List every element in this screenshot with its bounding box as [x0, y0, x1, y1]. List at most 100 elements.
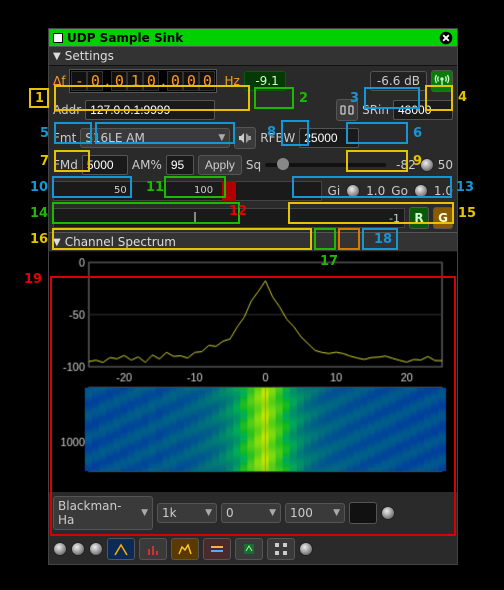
antenna-icon[interactable]: [431, 70, 453, 92]
sq-value: -82: [390, 158, 416, 172]
sq-right-value: 50: [438, 158, 453, 172]
grid-toggle-icon[interactable]: [267, 538, 295, 560]
fmd-input[interactable]: [82, 155, 128, 175]
row-freq: Δf - 0 . 0 1 0 . 0 0 0 Hz -9.1 -6.6 dB: [49, 66, 457, 96]
freq-digit[interactable]: 0: [111, 71, 127, 91]
chevron-down-icon: ▼: [333, 508, 340, 518]
position-ruler[interactable]: 50 100: [53, 181, 322, 201]
freq-digit[interactable]: 0: [87, 71, 103, 91]
row-fmt: Fmt S16LE AM ▼ RFBW: [49, 124, 457, 152]
annot-14: 14: [28, 206, 50, 221]
chevron-down-icon: ▼: [205, 508, 212, 518]
freq-digit[interactable]: 0: [143, 71, 159, 91]
input-level-readout: -9.1: [244, 71, 286, 91]
annot-16: 16: [28, 232, 50, 247]
level-value: -1: [389, 212, 400, 225]
display-mode-spectrum-icon[interactable]: [107, 538, 135, 560]
annot-1: 1: [33, 91, 46, 106]
delta-f-label: Δf: [53, 74, 65, 88]
level-meter: -1: [53, 208, 405, 228]
fft-size-selected: 1k: [162, 506, 177, 520]
freq-unit-label: Hz: [224, 74, 239, 88]
main-panel: UDP Sample Sink ▼ Settings Δf - 0 . 0 1 …: [48, 28, 458, 565]
settings-header-label: Settings: [65, 49, 114, 63]
row-ruler: 50 100 Gi 1.0 Go 1.0: [49, 178, 457, 204]
ruler-cursor[interactable]: [222, 181, 236, 201]
knob-c[interactable]: [89, 542, 103, 556]
spectrum-header[interactable]: ▼ Channel Spectrum: [49, 232, 457, 252]
ruler-a: 50: [114, 185, 127, 196]
display-mode-histogram-icon[interactable]: [139, 538, 167, 560]
avg-select[interactable]: 0▼: [221, 503, 281, 523]
color-swatch[interactable]: [349, 502, 377, 524]
freq-digit-sep: .: [159, 71, 167, 91]
ruler-b: 100: [194, 185, 213, 196]
chevron-down-icon: ▼: [141, 508, 148, 518]
chevron-down-icon: ▼: [218, 133, 225, 143]
gi-label: Gi: [328, 184, 341, 198]
gi-value: 1.0: [366, 184, 385, 198]
addr-input[interactable]: [85, 100, 215, 120]
ampct-label: AM%: [132, 158, 162, 172]
window-titlebar[interactable]: UDP Sample Sink: [49, 29, 457, 46]
knob-d[interactable]: [299, 542, 313, 556]
window-fn-selected: Blackman-Ha: [58, 499, 137, 527]
freq-digit-group[interactable]: - 0 . 0 1 0 . 0 0 0: [69, 69, 217, 93]
chevron-down-icon: ▼: [53, 51, 61, 62]
freq-digit[interactable]: 1: [127, 71, 143, 91]
fmt-select[interactable]: S16LE AM ▼: [80, 128, 230, 148]
mono-stereo-icon[interactable]: [234, 127, 256, 149]
ref-selected: 100: [290, 506, 313, 520]
srin-input[interactable]: [393, 100, 453, 120]
spectrum-toolbar-1: Blackman-Ha▼ 1k▼ 0▼ 100▼: [49, 492, 457, 534]
spectrum-header-label: Channel Spectrum: [65, 235, 176, 249]
fft-size-select[interactable]: 1k ▼: [157, 503, 217, 523]
ampct-input[interactable]: [166, 155, 194, 175]
ref-select[interactable]: 100 ▼: [285, 503, 345, 523]
srin-label: SRin: [362, 103, 389, 117]
annot-10: 10: [28, 180, 50, 195]
go-knob[interactable]: [414, 184, 428, 198]
display-mode-max-hold-icon[interactable]: [171, 538, 199, 560]
chevron-down-icon: ▼: [269, 508, 276, 518]
fmd-label: FMd: [53, 158, 78, 172]
sq-label: Sq: [246, 158, 261, 172]
spectrum-toolbar-2: [49, 534, 457, 564]
row-addr: Addr SRin: [49, 96, 457, 124]
annot-19: 19: [22, 272, 44, 287]
srin-link-icon[interactable]: [336, 99, 358, 121]
r-button[interactable]: R: [409, 207, 429, 229]
freq-digit-sep: .: [103, 71, 111, 91]
window-title: UDP Sample Sink: [67, 31, 183, 45]
rfbw-label: RFBW: [260, 131, 295, 145]
spectrum-display: [49, 252, 457, 492]
addr-label: Addr: [53, 103, 81, 117]
rfbw-input[interactable]: [299, 128, 359, 148]
fmt-selected: S16LE AM: [85, 131, 145, 145]
freq-digit[interactable]: -: [71, 71, 87, 91]
go-value: 1.0: [434, 184, 453, 198]
gi-knob[interactable]: [346, 184, 360, 198]
knob-b[interactable]: [71, 542, 85, 556]
go-label: Go: [391, 184, 408, 198]
intensity-knob[interactable]: [381, 506, 395, 520]
squelch-slider[interactable]: [265, 163, 386, 167]
apply-button[interactable]: Apply: [198, 155, 242, 175]
window-menu-icon[interactable]: [53, 33, 63, 43]
settings-header[interactable]: ▼ Settings: [49, 46, 457, 66]
avg-selected: 0: [226, 506, 234, 520]
display-mode-waterfall-icon[interactable]: [203, 538, 231, 560]
knob-a[interactable]: [53, 542, 67, 556]
g-button[interactable]: G: [433, 207, 453, 229]
display-mode-3d-icon[interactable]: [235, 538, 263, 560]
freq-digit[interactable]: 0: [167, 71, 183, 91]
close-icon[interactable]: [439, 31, 453, 45]
freq-digit[interactable]: 0: [199, 71, 215, 91]
chevron-down-icon: ▼: [53, 237, 61, 248]
row-level: -1 R G: [49, 204, 457, 232]
sq-knob[interactable]: [420, 158, 434, 172]
output-level-readout: -6.6 dB: [370, 71, 427, 91]
freq-digit[interactable]: 0: [183, 71, 199, 91]
window-fn-select[interactable]: Blackman-Ha ▼: [53, 496, 153, 530]
row-fmd: FMd AM% Apply Sq -82 50: [49, 152, 457, 178]
